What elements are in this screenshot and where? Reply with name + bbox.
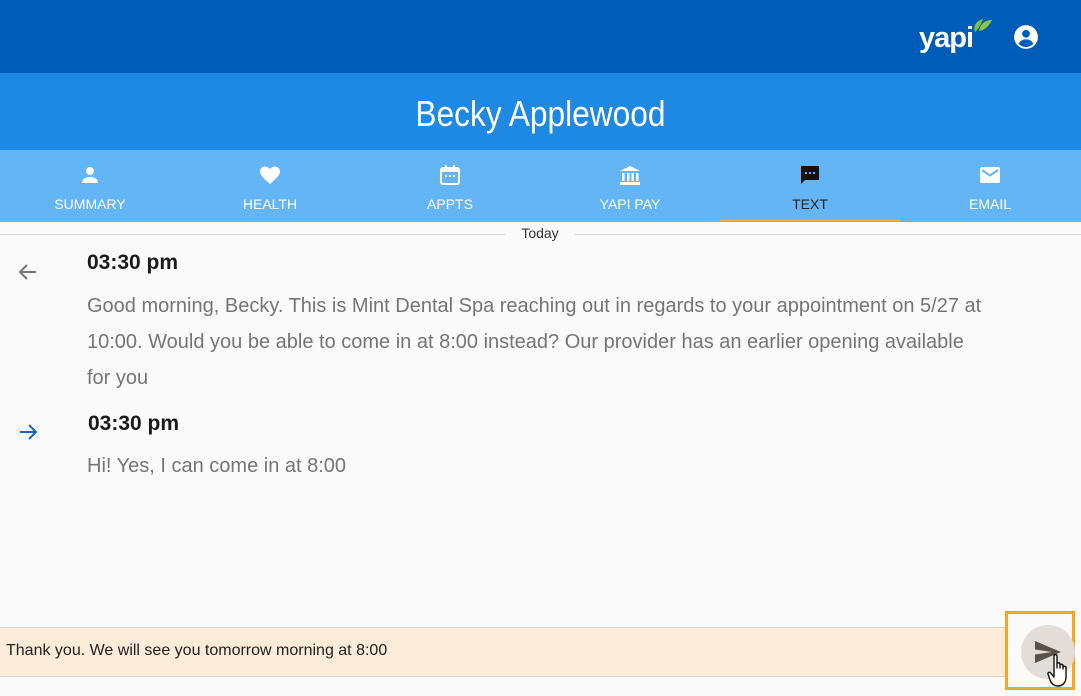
message-text: Good morning, Becky. This is Mint Dental… <box>87 295 982 389</box>
message-composer <box>0 627 1006 677</box>
top-bar: yapi <box>0 0 1081 73</box>
tab-label: EMAIL <box>968 196 1011 212</box>
account-circle-icon[interactable] <box>1013 24 1039 50</box>
leaf-icon <box>974 19 992 32</box>
chat-icon <box>801 166 819 184</box>
calendar-icon <box>440 165 460 185</box>
heart-icon <box>260 166 280 184</box>
arrow-left-icon <box>18 264 36 280</box>
tab-label: TEXT <box>792 196 828 212</box>
date-divider-line <box>0 234 505 235</box>
message-time: 03:30 pm <box>88 412 180 435</box>
message-time: 03:30 pm <box>87 251 179 274</box>
tab-label: HEALTH <box>242 196 298 212</box>
date-divider-label: Today <box>505 225 575 241</box>
message-text: Hi! Yes, I can come in at 8:00 <box>87 455 347 477</box>
patient-name: Becky Applewood <box>415 93 666 134</box>
logo-text: yapi <box>919 22 974 54</box>
tab-label: SUMMARY <box>54 196 126 212</box>
tab-email[interactable]: EMAIL <box>900 150 1080 222</box>
message-input[interactable] <box>6 638 996 664</box>
patient-header: Becky Applewood <box>0 73 1081 150</box>
arrow-right-icon <box>20 424 38 440</box>
tab-bar: SUMMARY HEALTH APPTS YAPI PAY TEXT EMAIL <box>0 150 1081 222</box>
date-divider-line <box>575 234 1081 235</box>
mail-icon <box>980 167 1000 183</box>
hand-cursor-icon <box>1047 654 1067 687</box>
bank-icon <box>620 166 640 185</box>
tab-health[interactable]: HEALTH <box>180 150 360 222</box>
tab-label: APPTS <box>427 196 473 212</box>
tab-yapi-pay[interactable]: YAPI PAY <box>540 150 720 222</box>
tab-text[interactable]: TEXT <box>720 150 900 222</box>
tab-appts[interactable]: APPTS <box>360 150 540 222</box>
tab-label: YAPI PAY <box>599 196 661 212</box>
tab-summary[interactable]: SUMMARY <box>0 150 180 222</box>
person-icon <box>82 167 98 183</box>
yapi-logo[interactable]: yapi <box>919 18 993 60</box>
